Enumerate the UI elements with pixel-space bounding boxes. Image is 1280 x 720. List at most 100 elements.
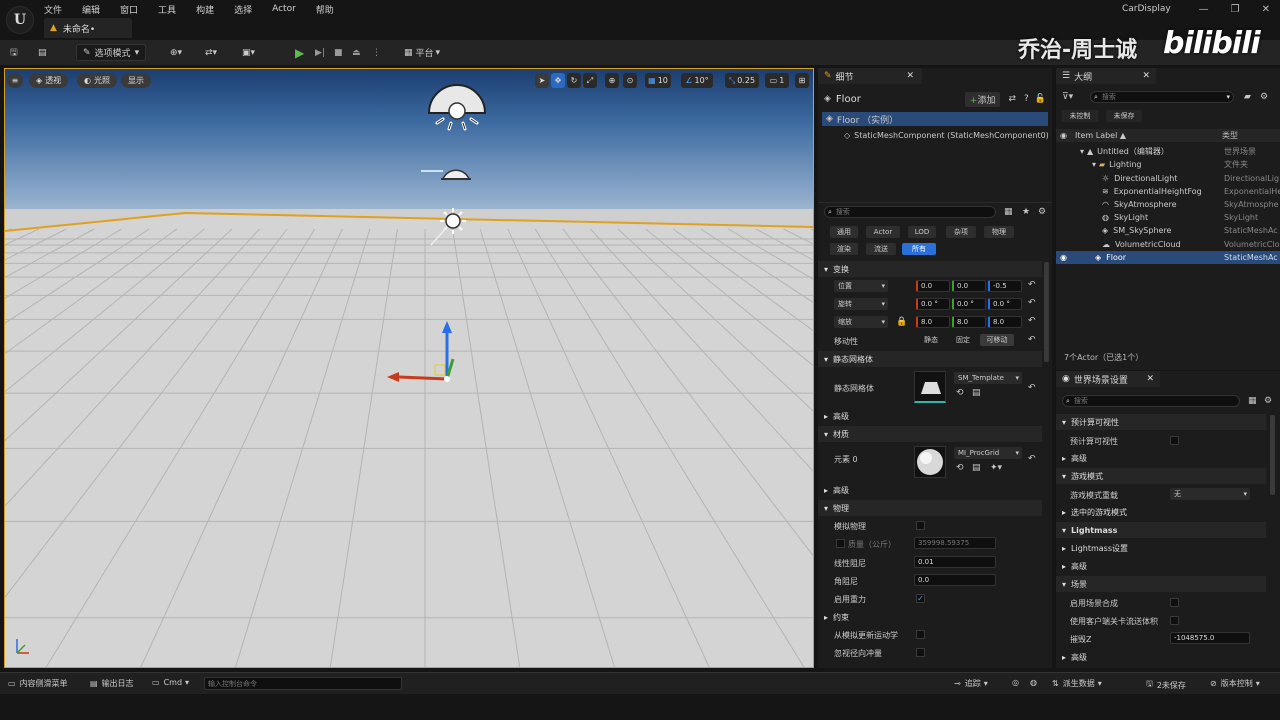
sky-atmosphere-icon[interactable]	[425, 83, 489, 143]
reset-icon[interactable]: ↶	[1028, 280, 1036, 290]
linear-damping-input[interactable]: 0.01	[914, 556, 996, 568]
outliner-row-sky-sphere[interactable]: ◈ SM_SkySphere StaticMeshAc	[1056, 224, 1280, 237]
filter-misc[interactable]: 杂项	[946, 226, 976, 238]
help-icon[interactable]: ?	[1024, 94, 1029, 104]
source-control-button[interactable]: ⊘ 版本控制 ▾	[1210, 678, 1260, 689]
mesh-thumbnail[interactable]	[914, 371, 946, 403]
component-instance-row[interactable]: ◈ Floor （实例）	[822, 112, 1048, 126]
blueprint-icon[interactable]: ⇄▾	[205, 45, 217, 60]
scale-tool-icon[interactable]: ⤢	[583, 73, 597, 88]
star-icon[interactable]: ★	[1022, 207, 1030, 217]
gear-icon[interactable]: ⚙	[1260, 92, 1268, 102]
content-drawer-button[interactable]: ▭ 内容侧滑菜单	[8, 678, 68, 689]
ignore-radial-checkbox[interactable]	[916, 648, 925, 657]
close-window-icon[interactable]: ✕	[1262, 4, 1270, 15]
world-space-icon[interactable]: ⊕	[605, 73, 619, 88]
mobility-stationary[interactable]: 固定	[948, 334, 978, 346]
outliner-search-input[interactable]: ⌕ 搜索 ▾	[1090, 91, 1234, 103]
details-tab[interactable]: ✎ 细节 ✕	[818, 68, 922, 84]
simulate-physics-checkbox[interactable]	[916, 521, 925, 530]
constraints-section[interactable]: ▸ 约束	[818, 609, 1042, 625]
menu-window[interactable]: 窗口	[120, 3, 138, 16]
location-z-input[interactable]: -0.5	[988, 280, 1022, 292]
location-dropdown[interactable]: 位置 ▾	[834, 280, 888, 292]
rotation-dropdown[interactable]: 旋转 ▾	[834, 298, 888, 310]
add-actor-icon[interactable]: ⊕▾	[170, 45, 182, 60]
filter-general[interactable]: 通用	[830, 226, 858, 238]
menu-edit[interactable]: 编辑	[82, 3, 100, 16]
find-asset-icon[interactable]: ▤	[972, 388, 981, 398]
menu-help[interactable]: 帮助	[316, 3, 334, 16]
reset-icon[interactable]: ↶	[1028, 335, 1036, 345]
close-icon[interactable]: ✕	[1142, 71, 1150, 81]
filter-rendering[interactable]: 渲染	[830, 243, 858, 255]
game-mode-dropdown[interactable]: 无 ▾	[1170, 488, 1250, 500]
filter-lod[interactable]: LOD	[908, 226, 936, 238]
component-row[interactable]: ◇ StaticMeshComponent (StaticMeshCompone…	[844, 129, 1049, 141]
mode-dropdown[interactable]: ✎ 选项模式 ▾	[76, 44, 147, 61]
materials-section[interactable]: ▾ 材质	[818, 426, 1042, 442]
outliner-row-sky-atmosphere[interactable]: ◠ SkyAtmosphere SkyAtmosphe	[1056, 198, 1280, 211]
outliner-row-fog[interactable]: ≋ ExponentialHeightFog ExponentialHe	[1056, 185, 1280, 198]
trace-button[interactable]: ⊸ 追踪 ▾	[954, 678, 988, 689]
outliner-row-sky-light[interactable]: ◍ SkyLight SkyLight	[1056, 211, 1280, 224]
advanced-section[interactable]: ▸ 高级	[1056, 558, 1266, 574]
level-viewport[interactable]: ≡ ◈ 透视 ◐ 光照 显示 ➤ ✥ ↻ ⤢ ⊕ ⊙ ▦ 10 ∠ 10° ⤡ …	[4, 68, 814, 668]
world-scrollbar[interactable]	[1270, 415, 1275, 495]
precomputed-visibility-checkbox[interactable]	[1170, 436, 1179, 445]
maximize-icon[interactable]: ❐	[1231, 4, 1240, 15]
console-input[interactable]: 输入控制台命令	[204, 677, 402, 690]
rotation-snap-button[interactable]: ∠ 10°	[681, 73, 713, 88]
menu-select[interactable]: 选择	[234, 3, 252, 16]
filter-streaming[interactable]: 流送	[866, 243, 896, 255]
outliner-row-world[interactable]: ▾ ▲ Untitled（编辑器） 世界场景	[1056, 145, 1280, 158]
eject-icon[interactable]: ⏏	[352, 45, 361, 60]
height-fog-icon[interactable]	[419, 157, 473, 183]
world-settings-tab[interactable]: ◉ 世界场景设置 ✕	[1056, 371, 1160, 387]
gear-icon[interactable]: ⚙	[1038, 207, 1046, 217]
physics-section[interactable]: ▾ 物理	[818, 500, 1042, 516]
scale-snap-button[interactable]: ⤡ 0.25	[725, 73, 759, 88]
visibility-icon[interactable]: ◉	[1060, 253, 1067, 262]
menu-build[interactable]: 构建	[196, 3, 214, 16]
step-icon[interactable]: ▶|	[315, 45, 325, 60]
maximize-viewport-icon[interactable]: ⊞	[795, 73, 809, 88]
angular-damping-input[interactable]: 0.0	[914, 574, 996, 586]
mobility-movable[interactable]: 可移动	[980, 334, 1014, 346]
blueprint-convert-icon[interactable]: ⇄	[1008, 94, 1016, 104]
reset-icon[interactable]: ↶	[1028, 316, 1036, 326]
col-type-header[interactable]: 类型	[1222, 130, 1278, 141]
menu-tools[interactable]: 工具	[158, 3, 176, 16]
menu-file[interactable]: 文件	[44, 3, 62, 16]
chip-uncontrolled[interactable]: 未控制	[1062, 110, 1098, 122]
directional-light-icon[interactable]	[425, 205, 469, 251]
new-folder-icon[interactable]: ▰	[1244, 92, 1251, 102]
mass-input[interactable]: 359998.59375	[914, 537, 996, 549]
stop-icon[interactable]: ■	[334, 45, 343, 60]
table-view-icon[interactable]: ▦	[1248, 396, 1257, 406]
mass-override-checkbox[interactable]	[836, 539, 845, 548]
record-icon[interactable]: ◎	[1012, 678, 1019, 687]
gravity-checkbox[interactable]: ✓	[916, 594, 925, 603]
add-component-button[interactable]: +添加	[964, 91, 1001, 107]
advanced-section[interactable]: ▸ 高级	[818, 408, 1042, 424]
actor-name[interactable]: Floor	[836, 94, 861, 105]
rotation-x-input[interactable]: 0.0 °	[916, 298, 950, 310]
gear-icon[interactable]: ⚙	[1264, 396, 1272, 406]
rotation-y-input[interactable]: 0.0 °	[952, 298, 986, 310]
material-dropdown[interactable]: MI_ProcGrid ▾	[954, 447, 1022, 459]
outliner-tab[interactable]: ☰ 大纲 ✕	[1056, 68, 1156, 84]
lightmass-section[interactable]: ▾ Lightmass	[1056, 522, 1266, 538]
unreal-logo-icon[interactable]: U	[6, 6, 34, 34]
static-mesh-section[interactable]: ▾ 静态网格体	[818, 351, 1042, 367]
static-mesh-dropdown[interactable]: SM_Template ▾	[954, 372, 1022, 384]
save-icon[interactable]: 🖫	[10, 45, 18, 60]
viewport-menu-icon[interactable]: ≡	[7, 73, 23, 88]
grid-snap-button[interactable]: ▦ 10	[645, 73, 671, 88]
level-tab[interactable]: ▲ 未命名•	[44, 18, 132, 38]
reset-icon[interactable]: ↶	[1028, 454, 1036, 464]
kill-z-input[interactable]: -1048575.0	[1170, 632, 1250, 644]
lock-icon[interactable]: 🔓	[1035, 94, 1046, 104]
play-options-icon[interactable]: ⋮	[372, 45, 381, 60]
world-search-input[interactable]: ⌕ 搜索	[1062, 395, 1240, 407]
